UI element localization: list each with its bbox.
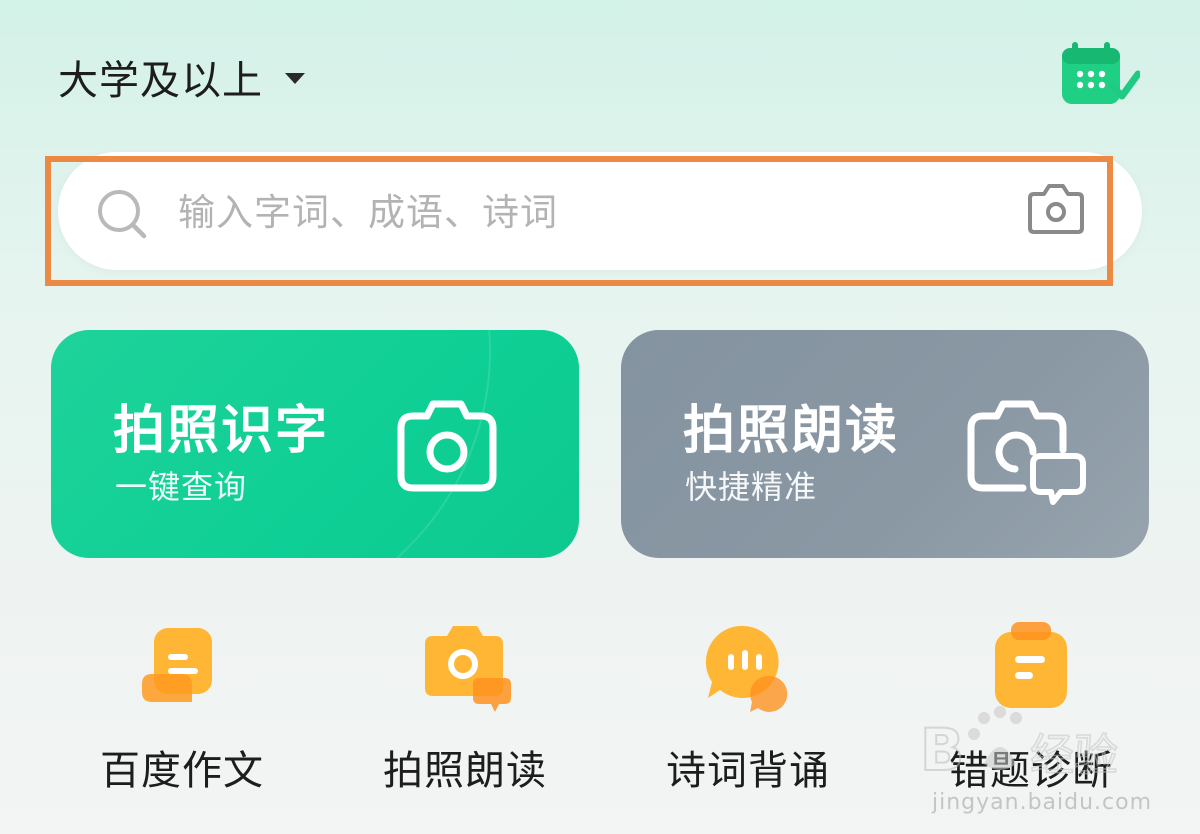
feature-label: 诗词背诵: [666, 748, 830, 794]
photo-read-icon: [415, 618, 515, 718]
photo-read-card[interactable]: 拍照朗读 快捷精准: [621, 330, 1149, 558]
search-icon: [96, 188, 148, 240]
feature-label: 拍照朗读: [383, 748, 547, 794]
feature-mistake[interactable]: 错题诊断: [911, 618, 1151, 808]
camera-icon: [395, 396, 499, 498]
grade-label: 大学及以上: [58, 58, 263, 104]
chevron-down-icon: [285, 72, 305, 84]
grade-selector[interactable]: 大学及以上: [58, 48, 305, 106]
feature-photo-read[interactable]: 拍照朗读: [345, 618, 585, 808]
mistake-clipboard-icon: [981, 618, 1081, 718]
photo-recognize-card[interactable]: 拍照识字 一键查询: [51, 330, 579, 558]
watermark-url: jingyan.baidu.com: [932, 790, 1153, 815]
card-subtitle: 一键查询: [115, 468, 248, 506]
card-title: 拍照朗读: [683, 401, 900, 461]
feature-essay[interactable]: 百度作文: [62, 618, 302, 808]
essay-icon: [132, 618, 232, 718]
search-input[interactable]: [178, 180, 998, 244]
camera-speech-icon: [965, 396, 1089, 512]
calendar-check-icon[interactable]: [1060, 40, 1142, 110]
card-subtitle: 快捷精准: [685, 468, 818, 506]
camera-icon[interactable]: [1026, 180, 1086, 236]
card-title: 拍照识字: [113, 401, 330, 461]
feature-label: 错题诊断: [949, 748, 1113, 794]
feature-poetry[interactable]: 诗词背诵: [628, 618, 868, 808]
feature-label: 百度作文: [100, 748, 264, 794]
poetry-chat-icon: [698, 618, 798, 718]
